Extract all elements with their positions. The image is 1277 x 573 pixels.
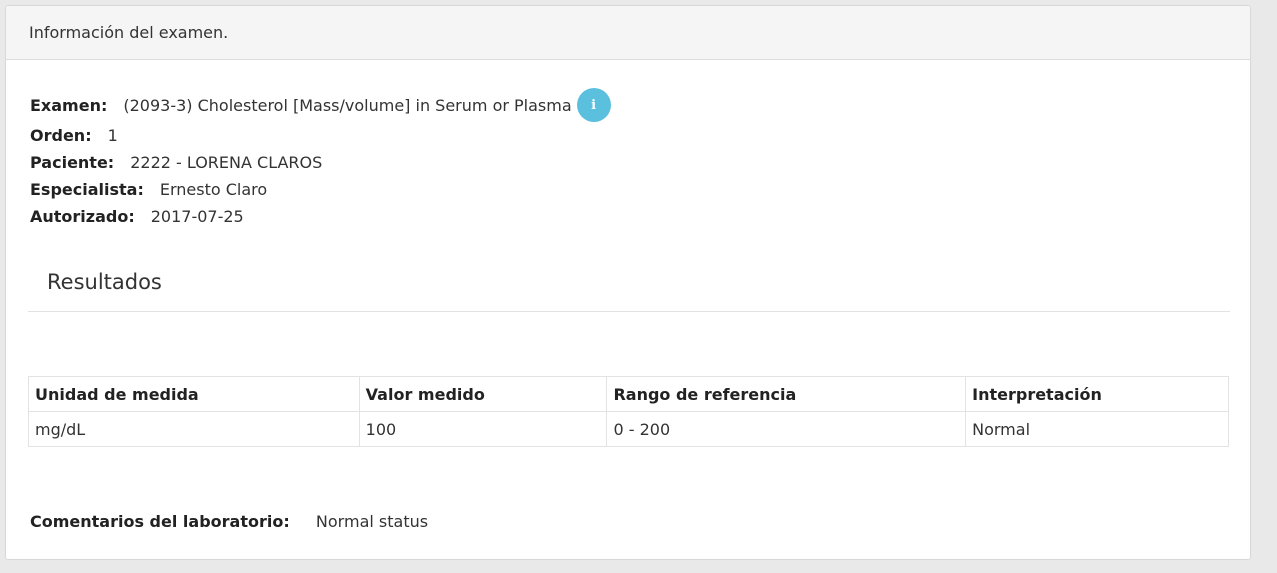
authorized-label: Autorizado: xyxy=(30,207,135,226)
patient-label: Paciente: xyxy=(30,153,115,172)
results-table: Unidad de medida Valor medido Rango de r… xyxy=(28,376,1229,447)
exam-info-card: Información del examen. Examen: (2093-3)… xyxy=(5,5,1251,560)
exam-value: (2093-3) Cholesterol [Mass/volume] in Se… xyxy=(123,95,572,115)
results-title: Resultados xyxy=(47,270,162,294)
col-value-header: Valor medido xyxy=(358,376,608,412)
info-icon[interactable]: i xyxy=(576,88,611,122)
lab-comments-value: Normal status xyxy=(315,512,429,531)
exam-label: Examen: xyxy=(30,95,108,115)
col-interpretation-header: Interpretación xyxy=(965,376,1229,412)
section-divider xyxy=(28,311,1230,312)
card-header: Información del examen. xyxy=(6,6,1250,60)
col-unit-header: Unidad de medida xyxy=(28,376,360,412)
authorized-value: 2017-07-25 xyxy=(150,207,244,226)
order-label: Orden: xyxy=(30,126,92,145)
cell-value: 100 xyxy=(358,411,608,447)
cell-range: 0 - 200 xyxy=(606,411,967,447)
lab-comments-label: Comentarios del laboratorio: xyxy=(30,512,290,531)
authorized-row: Autorizado: 2017-07-25 xyxy=(30,207,244,226)
results-header-row: Unidad de medida Valor medido Rango de r… xyxy=(28,376,1229,412)
specialist-label: Especialista: xyxy=(30,180,144,199)
lab-comments-row: Comentarios del laboratorio: Normal stat… xyxy=(30,512,428,531)
order-value: 1 xyxy=(107,126,118,145)
cell-unit: mg/dL xyxy=(28,411,360,447)
cell-interpretation: Normal xyxy=(965,411,1229,447)
table-row: mg/dL 100 0 - 200 Normal xyxy=(28,411,1229,447)
card-header-title: Información del examen. xyxy=(29,23,229,42)
specialist-row: Especialista: Ernesto Claro xyxy=(30,180,267,199)
patient-row: Paciente: 2222 - LORENA CLAROS xyxy=(30,153,322,172)
specialist-value: Ernesto Claro xyxy=(159,180,268,199)
exam-row: Examen: (2093-3) Cholesterol [Mass/volum… xyxy=(30,88,611,122)
col-range-header: Rango de referencia xyxy=(606,376,967,412)
order-row: Orden: 1 xyxy=(30,126,118,145)
patient-value: 2222 - LORENA CLAROS xyxy=(130,153,323,172)
